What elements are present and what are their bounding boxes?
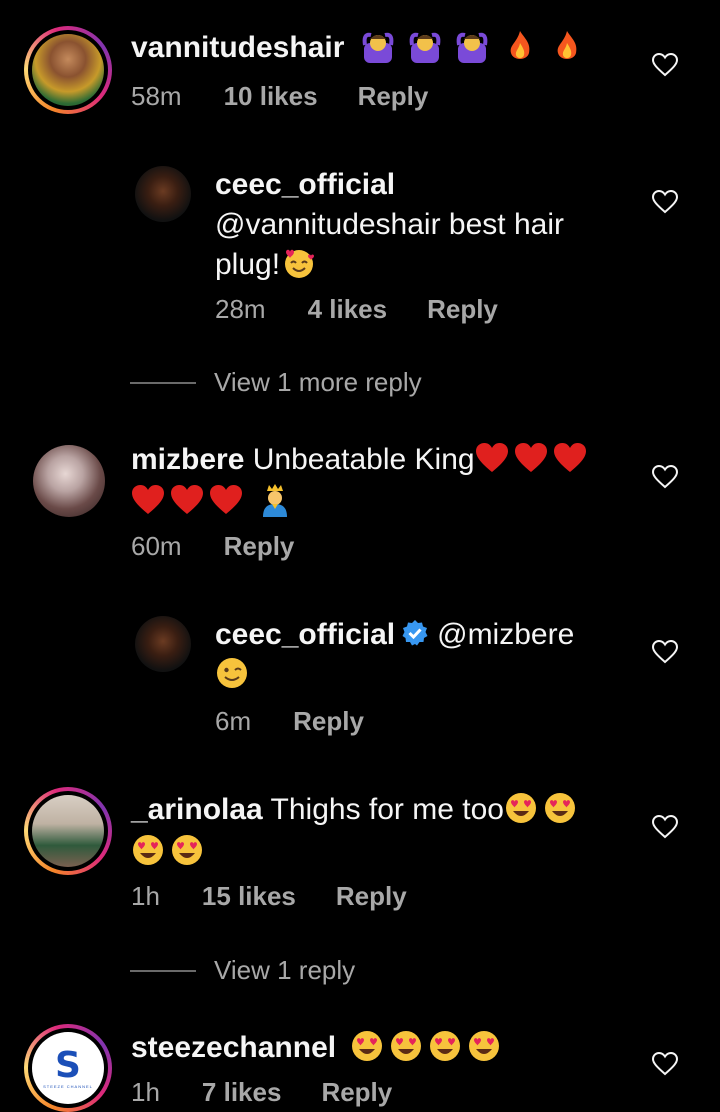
red-heart-icon: [553, 443, 586, 472]
comment-username[interactable]: vannitudeshair: [131, 31, 344, 64]
reply-text-line1: @vannitudeshair best hair: [215, 208, 564, 241]
avatar-ceec-official[interactable]: [135, 166, 191, 222]
like-heart-icon[interactable]: [652, 815, 678, 839]
heart-eyes-icon: [469, 1031, 500, 1061]
avatar-mizbere[interactable]: [33, 445, 105, 517]
divider-line: [130, 381, 196, 384]
heart-eyes-icon: [172, 835, 202, 865]
comment-likes[interactable]: 10 likes: [224, 81, 318, 112]
fire-icon: [557, 31, 577, 59]
reply-button[interactable]: Reply: [321, 1077, 392, 1108]
avatar-ceec-official[interactable]: [135, 616, 191, 672]
like-heart-icon[interactable]: [652, 190, 678, 214]
smiling-face-with-hearts-icon: [285, 249, 315, 278]
reply-button[interactable]: Reply: [427, 294, 498, 325]
comment-username[interactable]: steezechannel: [131, 1031, 336, 1064]
steeze-logo: S: [55, 1044, 81, 1086]
heart-eyes-icon: [391, 1031, 422, 1061]
reply-button[interactable]: Reply: [336, 881, 407, 912]
person-gesturing-ok-icon: [409, 32, 441, 63]
red-heart-icon: [132, 485, 164, 514]
reply-text-line2: plug!: [215, 248, 281, 281]
like-heart-icon[interactable]: [652, 640, 678, 664]
red-heart-icon: [475, 443, 508, 472]
reply-username[interactable]: ceec_official: [215, 165, 564, 205]
view-more-label: View 1 more reply: [214, 367, 422, 397]
comment-username[interactable]: mizbere: [131, 443, 244, 476]
reply-likes[interactable]: 4 likes: [308, 294, 388, 325]
prince-icon: [263, 484, 287, 517]
comment-time: 1h: [131, 1077, 160, 1107]
heart-eyes-icon: [505, 793, 536, 823]
fire-icon: [510, 31, 530, 59]
view-more-replies[interactable]: View 1 more reply: [130, 367, 422, 398]
reply-time: 28m: [215, 294, 266, 324]
comment-time: 58m: [131, 81, 182, 111]
comment-text: Unbeatable King: [252, 443, 475, 476]
comment-time: 1h: [131, 881, 160, 911]
person-gesturing-ok-icon: [362, 32, 394, 63]
heart-eyes-icon: [544, 793, 575, 823]
view-replies-label: View 1 reply: [214, 955, 356, 985]
divider-line: [130, 969, 196, 972]
heart-eyes-icon: [352, 1031, 383, 1061]
reply-button[interactable]: Reply: [224, 531, 295, 562]
reply-button[interactable]: Reply: [293, 706, 364, 737]
reply-button[interactable]: Reply: [358, 81, 429, 112]
comment-likes[interactable]: 15 likes: [202, 881, 296, 912]
like-heart-icon[interactable]: [652, 53, 678, 77]
comment-likes[interactable]: 7 likes: [202, 1077, 282, 1108]
comment-text: Thighs for me too: [270, 793, 504, 826]
heart-eyes-icon: [430, 1031, 461, 1061]
like-heart-icon[interactable]: [652, 465, 678, 489]
comment-time: 60m: [131, 531, 182, 561]
reply-time: 6m: [215, 706, 252, 736]
avatar-arinolaa[interactable]: [24, 787, 112, 875]
red-heart-icon: [514, 443, 547, 472]
verified-badge-icon: [402, 620, 428, 646]
reply-username[interactable]: ceec_official: [215, 618, 395, 651]
comment-username[interactable]: _arinolaa: [131, 793, 263, 826]
emoji-row: [361, 31, 589, 64]
red-heart-icon: [171, 485, 203, 514]
steeze-caption: STEEZE CHANNEL: [43, 1083, 93, 1089]
avatar-vannitudeshair[interactable]: [24, 26, 112, 114]
like-heart-icon[interactable]: [652, 1052, 678, 1076]
reply-text: @mizbere: [437, 618, 575, 651]
person-gesturing-ok-icon: [457, 32, 488, 63]
avatar-steezechannel[interactable]: S STEEZE CHANNEL: [24, 1024, 112, 1112]
red-heart-icon: [210, 485, 242, 514]
heart-eyes-icon: [133, 835, 163, 865]
winking-face-icon: [217, 658, 247, 688]
view-replies[interactable]: View 1 reply: [130, 955, 355, 986]
